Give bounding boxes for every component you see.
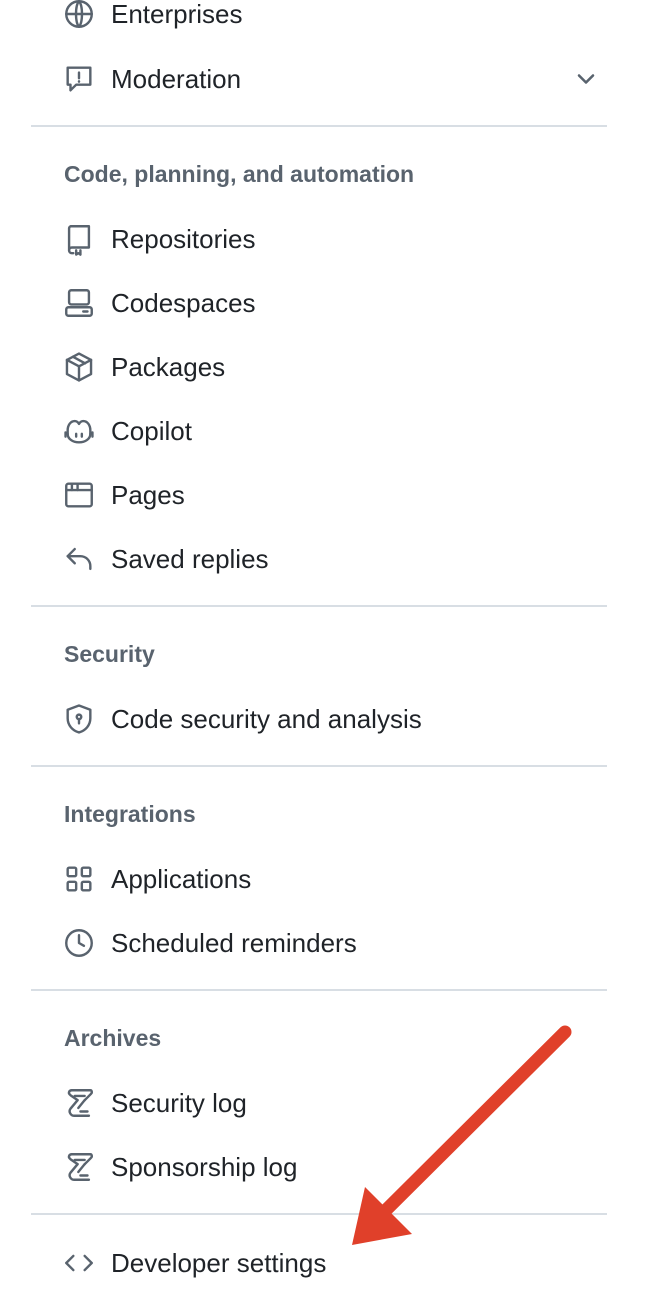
- sidebar-item-label: Security log: [111, 1088, 247, 1118]
- sidebar-item-code-security[interactable]: Code security and analysis: [60, 691, 600, 747]
- sidebar-item-packages[interactable]: Packages: [60, 339, 600, 395]
- sidebar-item-label: Sponsorship log: [111, 1152, 298, 1182]
- globe-icon: [60, 0, 98, 33]
- sidebar-item-label: Code security and analysis: [111, 704, 422, 734]
- sidebar-item-developer-settings[interactable]: Developer settings: [60, 1235, 600, 1291]
- report-icon: [60, 60, 98, 98]
- sidebar-item-sponsorship-log[interactable]: Sponsorship log: [60, 1139, 600, 1195]
- sidebar-item-scheduled-reminders[interactable]: Scheduled reminders: [60, 915, 600, 971]
- sidebar-item-saved-replies[interactable]: Saved replies: [60, 531, 600, 587]
- section-heading-archives: Archives: [64, 1025, 162, 1051]
- chevron-down-icon[interactable]: [572, 65, 600, 93]
- divider: [31, 605, 607, 607]
- clock-icon: [60, 924, 98, 962]
- settings-sidebar: Enterprises Moderation Code, planning, a…: [0, 0, 656, 1314]
- sidebar-item-label: Packages: [111, 352, 226, 382]
- sidebar-item-moderation[interactable]: Moderation: [60, 51, 600, 107]
- codespaces-icon: [60, 284, 98, 322]
- sidebar-item-label: Pages: [111, 480, 185, 510]
- sidebar-item-label: Applications: [111, 864, 252, 894]
- log-icon: [60, 1084, 98, 1122]
- browser-icon: [60, 476, 98, 514]
- repo-icon: [60, 220, 98, 258]
- sidebar-item-copilot[interactable]: Copilot: [60, 403, 600, 459]
- divider: [31, 1213, 607, 1215]
- copilot-icon: [60, 412, 98, 450]
- sidebar-item-label: Moderation: [111, 64, 242, 94]
- package-icon: [60, 348, 98, 386]
- sidebar-item-label: Enterprises: [111, 0, 243, 29]
- divider: [31, 989, 607, 991]
- sidebar-item-label: Codespaces: [111, 288, 256, 318]
- sidebar-item-label: Scheduled reminders: [111, 928, 357, 958]
- sidebar-item-pages[interactable]: Pages: [60, 467, 600, 523]
- sidebar-item-repositories[interactable]: Repositories: [60, 211, 600, 267]
- sidebar-item-codespaces[interactable]: Codespaces: [60, 275, 600, 331]
- divider: [31, 765, 607, 767]
- divider: [31, 125, 607, 127]
- section-heading-security: Security: [64, 641, 155, 667]
- code-icon: [60, 1244, 98, 1282]
- sidebar-item-label: Developer settings: [111, 1248, 327, 1278]
- section-heading-integrations: Integrations: [64, 801, 196, 827]
- sidebar-item-label: Saved replies: [111, 544, 269, 574]
- sidebar-item-label: Repositories: [111, 224, 256, 254]
- sidebar-item-applications[interactable]: Applications: [60, 851, 600, 907]
- apps-icon: [60, 860, 98, 898]
- sidebar-item-enterprises[interactable]: Enterprises: [60, 0, 600, 42]
- sidebar-item-security-log[interactable]: Security log: [60, 1075, 600, 1131]
- shield-lock-icon: [60, 700, 98, 738]
- reply-icon: [60, 540, 98, 578]
- section-heading-code-planning: Code, planning, and automation: [64, 161, 415, 187]
- sidebar-item-label: Copilot: [111, 416, 192, 446]
- log-icon: [60, 1148, 98, 1186]
